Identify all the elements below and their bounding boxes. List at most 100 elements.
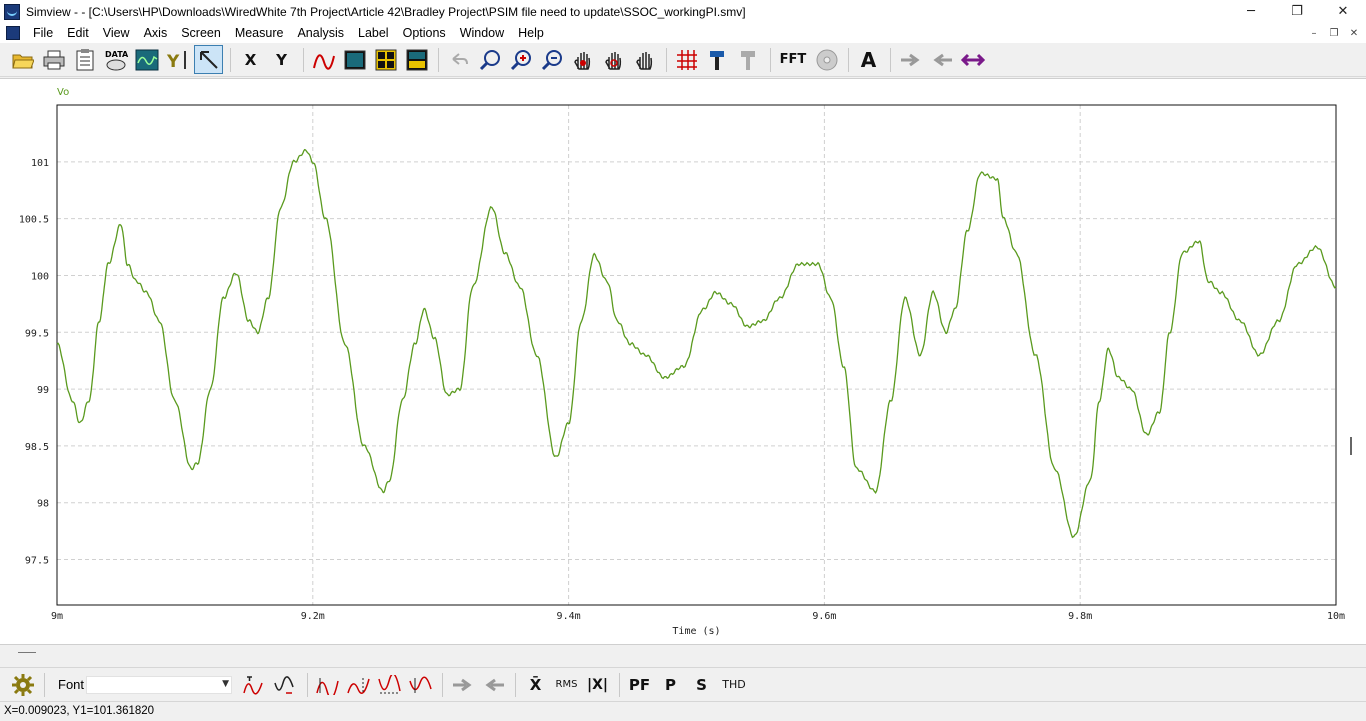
- menu-analysis[interactable]: Analysis: [290, 26, 351, 40]
- menu-axis[interactable]: Axis: [137, 26, 175, 40]
- x-tick-label: 9.2m: [301, 611, 325, 622]
- close-button[interactable]: ✕: [1320, 0, 1366, 23]
- document-icon[interactable]: [6, 26, 20, 40]
- disk-icon[interactable]: [812, 45, 841, 74]
- pan-fit-icon[interactable]: [568, 45, 597, 74]
- zoom-in-icon[interactable]: [506, 45, 535, 74]
- rms-button[interactable]: RMS: [552, 670, 581, 699]
- settings-gear-icon[interactable]: [8, 670, 37, 699]
- toolbar-separator: [438, 47, 439, 72]
- plot-area[interactable]: 9m 9.2m 9.4m 9.6m 9.8m 10m 97.5 98 98.5 99 99.5 100…: [0, 78, 1366, 645]
- grid-screens-icon[interactable]: [371, 45, 400, 74]
- pan-hand-icon[interactable]: [630, 45, 659, 74]
- x-tick-label: 9.4m: [557, 611, 581, 622]
- toolbar-separator: [890, 47, 891, 72]
- prev-max-icon[interactable]: [344, 670, 373, 699]
- measure-probe-icon[interactable]: [734, 45, 763, 74]
- x-tick-label: 10m: [1327, 611, 1345, 622]
- chevron-down-icon[interactable]: ▼: [222, 679, 229, 689]
- waveform-chart[interactable]: 9m 9.2m 9.4m 9.6m 9.8m 10m 97.5 98 98.5 99 99.5 100…: [0, 79, 1366, 646]
- y-tick-label: 101: [31, 158, 49, 169]
- y-tick-label: 100: [31, 271, 49, 282]
- open-folder-icon[interactable]: [8, 45, 37, 74]
- y-axis-button[interactable]: Y: [267, 45, 296, 74]
- menu-edit[interactable]: Edit: [60, 26, 96, 40]
- arrow-right-icon[interactable]: [896, 45, 925, 74]
- max-value-icon[interactable]: [240, 670, 269, 699]
- window-controls: ─ ❐ ✕: [1228, 0, 1366, 23]
- menu-options[interactable]: Options: [396, 26, 453, 40]
- splitter-handle[interactable]: [1350, 437, 1352, 455]
- mdi-close-button[interactable]: ✕: [1344, 23, 1364, 43]
- main-toolbar: DATA Y X Y FFT A: [0, 43, 1366, 77]
- x-tick-label: 9m: [51, 611, 63, 622]
- menu-label[interactable]: Label: [351, 26, 396, 40]
- multi-screen-icon[interactable]: [402, 45, 431, 74]
- apparent-power-button[interactable]: S: [687, 670, 716, 699]
- x-axis-button[interactable]: X: [236, 45, 265, 74]
- fft-button[interactable]: FFT: [776, 45, 810, 74]
- waveform-icon[interactable]: [132, 45, 161, 74]
- lower-screen-strip: [0, 645, 1366, 667]
- undo-zoom-icon[interactable]: [444, 45, 473, 74]
- x-tick-label: 9.6m: [812, 611, 836, 622]
- menu-window[interactable]: Window: [453, 26, 511, 40]
- toolbar-separator: [619, 672, 621, 697]
- next-min-icon[interactable]: [375, 670, 404, 699]
- prev-min-icon[interactable]: [406, 670, 435, 699]
- arrow-left-icon[interactable]: [479, 670, 508, 699]
- print-icon[interactable]: [39, 45, 68, 74]
- double-arrow-icon[interactable]: [958, 45, 987, 74]
- y-tick-label: 100.5: [19, 215, 49, 226]
- font-label: Font: [58, 677, 85, 692]
- font-select[interactable]: ▼: [86, 675, 233, 694]
- simview-app-icon[interactable]: [4, 3, 20, 20]
- y-tick-label: 99.5: [25, 328, 49, 339]
- toolbar-separator: [515, 672, 517, 697]
- menu-screen[interactable]: Screen: [174, 26, 228, 40]
- mdi-controls: – ❐ ✕: [1304, 23, 1364, 43]
- menu-view[interactable]: View: [96, 26, 137, 40]
- text-label-button[interactable]: A: [854, 45, 883, 74]
- power-factor-button[interactable]: PF: [625, 670, 654, 699]
- y-tick-label: 97.5: [25, 556, 49, 567]
- mean-button[interactable]: X̄: [521, 670, 550, 699]
- grid-icon[interactable]: [672, 45, 701, 74]
- arrow-right-icon[interactable]: [448, 670, 477, 699]
- strip-dash: [18, 652, 36, 653]
- min-value-icon[interactable]: [271, 670, 300, 699]
- y-tick-label: 98.5: [25, 442, 49, 453]
- plot-frame: [56, 104, 1337, 606]
- pointer-icon[interactable]: [194, 45, 223, 74]
- toolbar-separator: [230, 47, 231, 72]
- data-icon[interactable]: DATA: [101, 45, 130, 74]
- title-bar: Simview - - [C:\Users\HP\Downloads\Wired…: [0, 0, 1366, 23]
- minimize-button[interactable]: ─: [1228, 0, 1274, 23]
- thd-button[interactable]: THD: [718, 670, 750, 699]
- arrow-left-icon[interactable]: [927, 45, 956, 74]
- menu-help[interactable]: Help: [511, 26, 551, 40]
- status-bar: X=0.009023, Y1=101.361820: [0, 701, 1366, 721]
- add-curve-icon[interactable]: [309, 45, 338, 74]
- zoom-out-icon[interactable]: [537, 45, 566, 74]
- toolbar-separator: [848, 47, 849, 72]
- maximize-button[interactable]: ❐: [1274, 0, 1320, 23]
- menu-file[interactable]: File: [26, 26, 60, 40]
- real-power-button[interactable]: P: [656, 670, 685, 699]
- mdi-restore-button[interactable]: ❐: [1324, 23, 1344, 43]
- toolbar-separator: [307, 672, 309, 697]
- clipboard-icon[interactable]: [70, 45, 99, 74]
- mdi-minimize-button[interactable]: –: [1304, 23, 1324, 43]
- screen-icon[interactable]: [340, 45, 369, 74]
- pan-zoom-icon[interactable]: [599, 45, 628, 74]
- cursor-probe-icon[interactable]: [703, 45, 732, 74]
- menu-measure[interactable]: Measure: [228, 26, 291, 40]
- svg-text:DATA: DATA: [105, 50, 129, 59]
- next-max-icon[interactable]: [313, 670, 342, 699]
- toolbar-separator: [666, 47, 667, 72]
- toolbar-separator: [442, 672, 444, 697]
- abs-mean-button[interactable]: |X|: [583, 670, 612, 699]
- y-axis-select-icon[interactable]: Y: [163, 45, 192, 74]
- zoom-icon[interactable]: [475, 45, 504, 74]
- toolbar-separator: [44, 672, 45, 697]
